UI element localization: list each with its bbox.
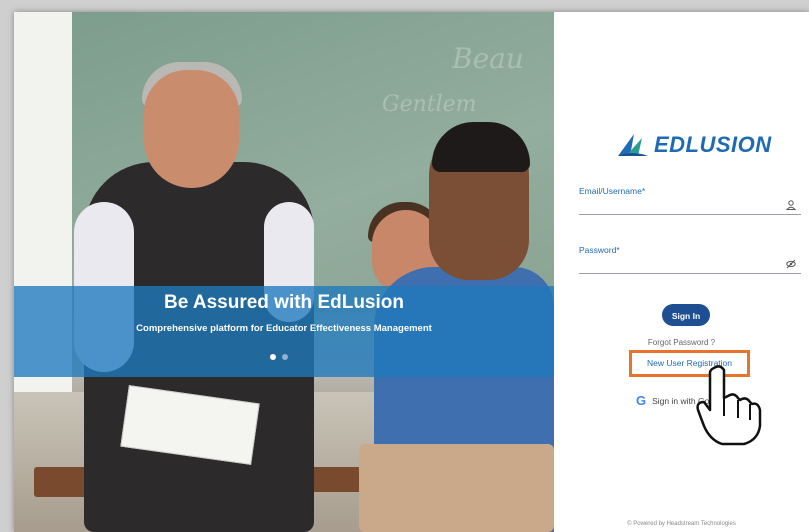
- carousel-dot-1[interactable]: [270, 354, 276, 360]
- powered-by-footer: © Powered by Headstream Technologies: [627, 521, 736, 527]
- google-icon: G: [636, 393, 647, 408]
- logo-text: EDLUSION: [654, 132, 772, 157]
- chair: [359, 444, 554, 532]
- user-icon: [785, 200, 797, 210]
- edlusion-logo: EDLUSION: [616, 130, 772, 160]
- login-panel: EDLUSION Email/Username* Password* Sign …: [554, 12, 809, 532]
- forgot-password-link[interactable]: Forgot Password ?: [554, 338, 809, 347]
- banner-subtitle: Comprehensive platform for Educator Effe…: [136, 323, 432, 334]
- hero-banner: Be Assured with EdLusion Comprehensive p…: [14, 286, 554, 377]
- email-field[interactable]: [579, 214, 801, 215]
- carousel-dots: [270, 354, 288, 360]
- sign-in-button[interactable]: Sign In: [662, 304, 710, 326]
- login-window: Beau Gentlem Be Assured with EdLusion Co…: [14, 12, 809, 532]
- password-field[interactable]: [579, 273, 801, 274]
- password-label: Password*: [579, 245, 620, 255]
- eye-slash-icon[interactable]: [786, 259, 796, 269]
- banner-title: Be Assured with EdLusion: [164, 292, 404, 313]
- email-label: Email/Username*: [579, 186, 646, 196]
- chalkboard-text: Gentlem: [382, 92, 477, 117]
- teacher-face: [144, 70, 239, 188]
- logo-icon: [618, 134, 648, 156]
- chalkboard-text: Beau: [452, 42, 524, 75]
- hero-image: Beau Gentlem Be Assured with EdLusion Co…: [14, 12, 554, 532]
- hand-cursor-icon: [696, 365, 762, 446]
- carousel-dot-2[interactable]: [282, 354, 288, 360]
